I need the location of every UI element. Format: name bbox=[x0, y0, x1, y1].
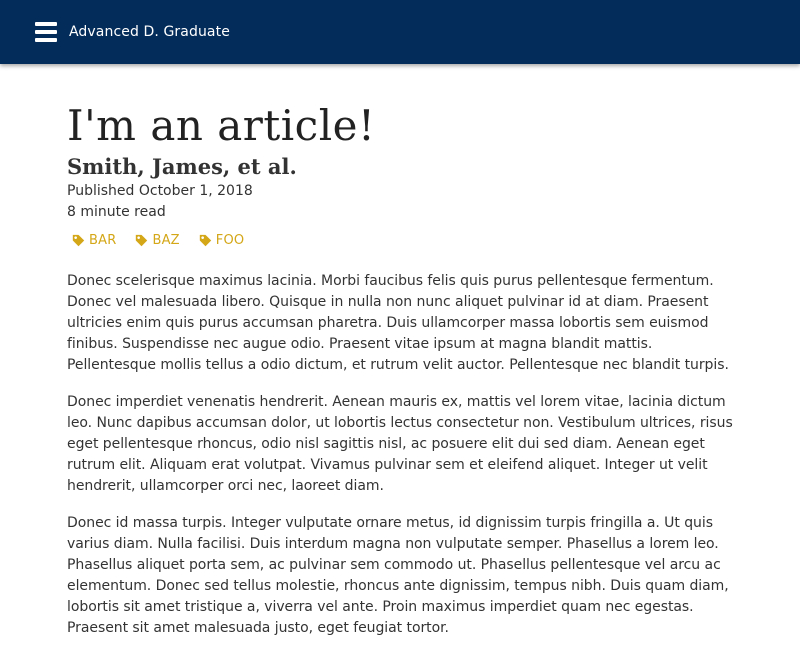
tag-label: FOO bbox=[215, 232, 245, 248]
tag-link-foo[interactable]: FOO bbox=[199, 233, 245, 248]
tag-label: BAZ bbox=[152, 232, 180, 248]
article-container: I'm an article! Smith, James, et al. Pub… bbox=[67, 98, 735, 655]
article-paragraph: Donec scelerisque maximus lacinia. Morbi… bbox=[67, 273, 729, 373]
top-navigation-bar: Advanced D. Graduate bbox=[0, 0, 800, 64]
article-paragraph: Donec id massa turpis. Integer vulputate… bbox=[67, 515, 729, 636]
published-date: Published October 1, 2018 bbox=[67, 183, 253, 199]
article-paragraph: Donec imperdiet venenatis hendrerit. Aen… bbox=[67, 394, 733, 494]
article-body: Donec scelerisque maximus lacinia. Morbi… bbox=[67, 271, 735, 639]
tag-label: BAR bbox=[89, 232, 117, 248]
tag-icon bbox=[136, 234, 148, 246]
menu-icon-bar bbox=[35, 22, 57, 26]
article-authors: Smith, James, et al. bbox=[67, 154, 297, 179]
read-time: 8 minute read bbox=[67, 204, 166, 220]
tag-list: BAR BAZ FOO bbox=[67, 229, 735, 251]
tag-icon bbox=[199, 234, 211, 246]
tag-link-baz[interactable]: BAZ bbox=[135, 232, 180, 248]
menu-icon-bar bbox=[35, 38, 57, 42]
tag-icon bbox=[72, 234, 85, 246]
hamburger-menu-icon[interactable] bbox=[35, 21, 57, 43]
site-title-link[interactable]: Advanced D. Graduate bbox=[69, 22, 230, 42]
menu-icon-bar bbox=[35, 30, 57, 34]
tag-link-bar[interactable]: BAR bbox=[72, 233, 116, 248]
article-title: I'm an article! bbox=[67, 101, 376, 150]
